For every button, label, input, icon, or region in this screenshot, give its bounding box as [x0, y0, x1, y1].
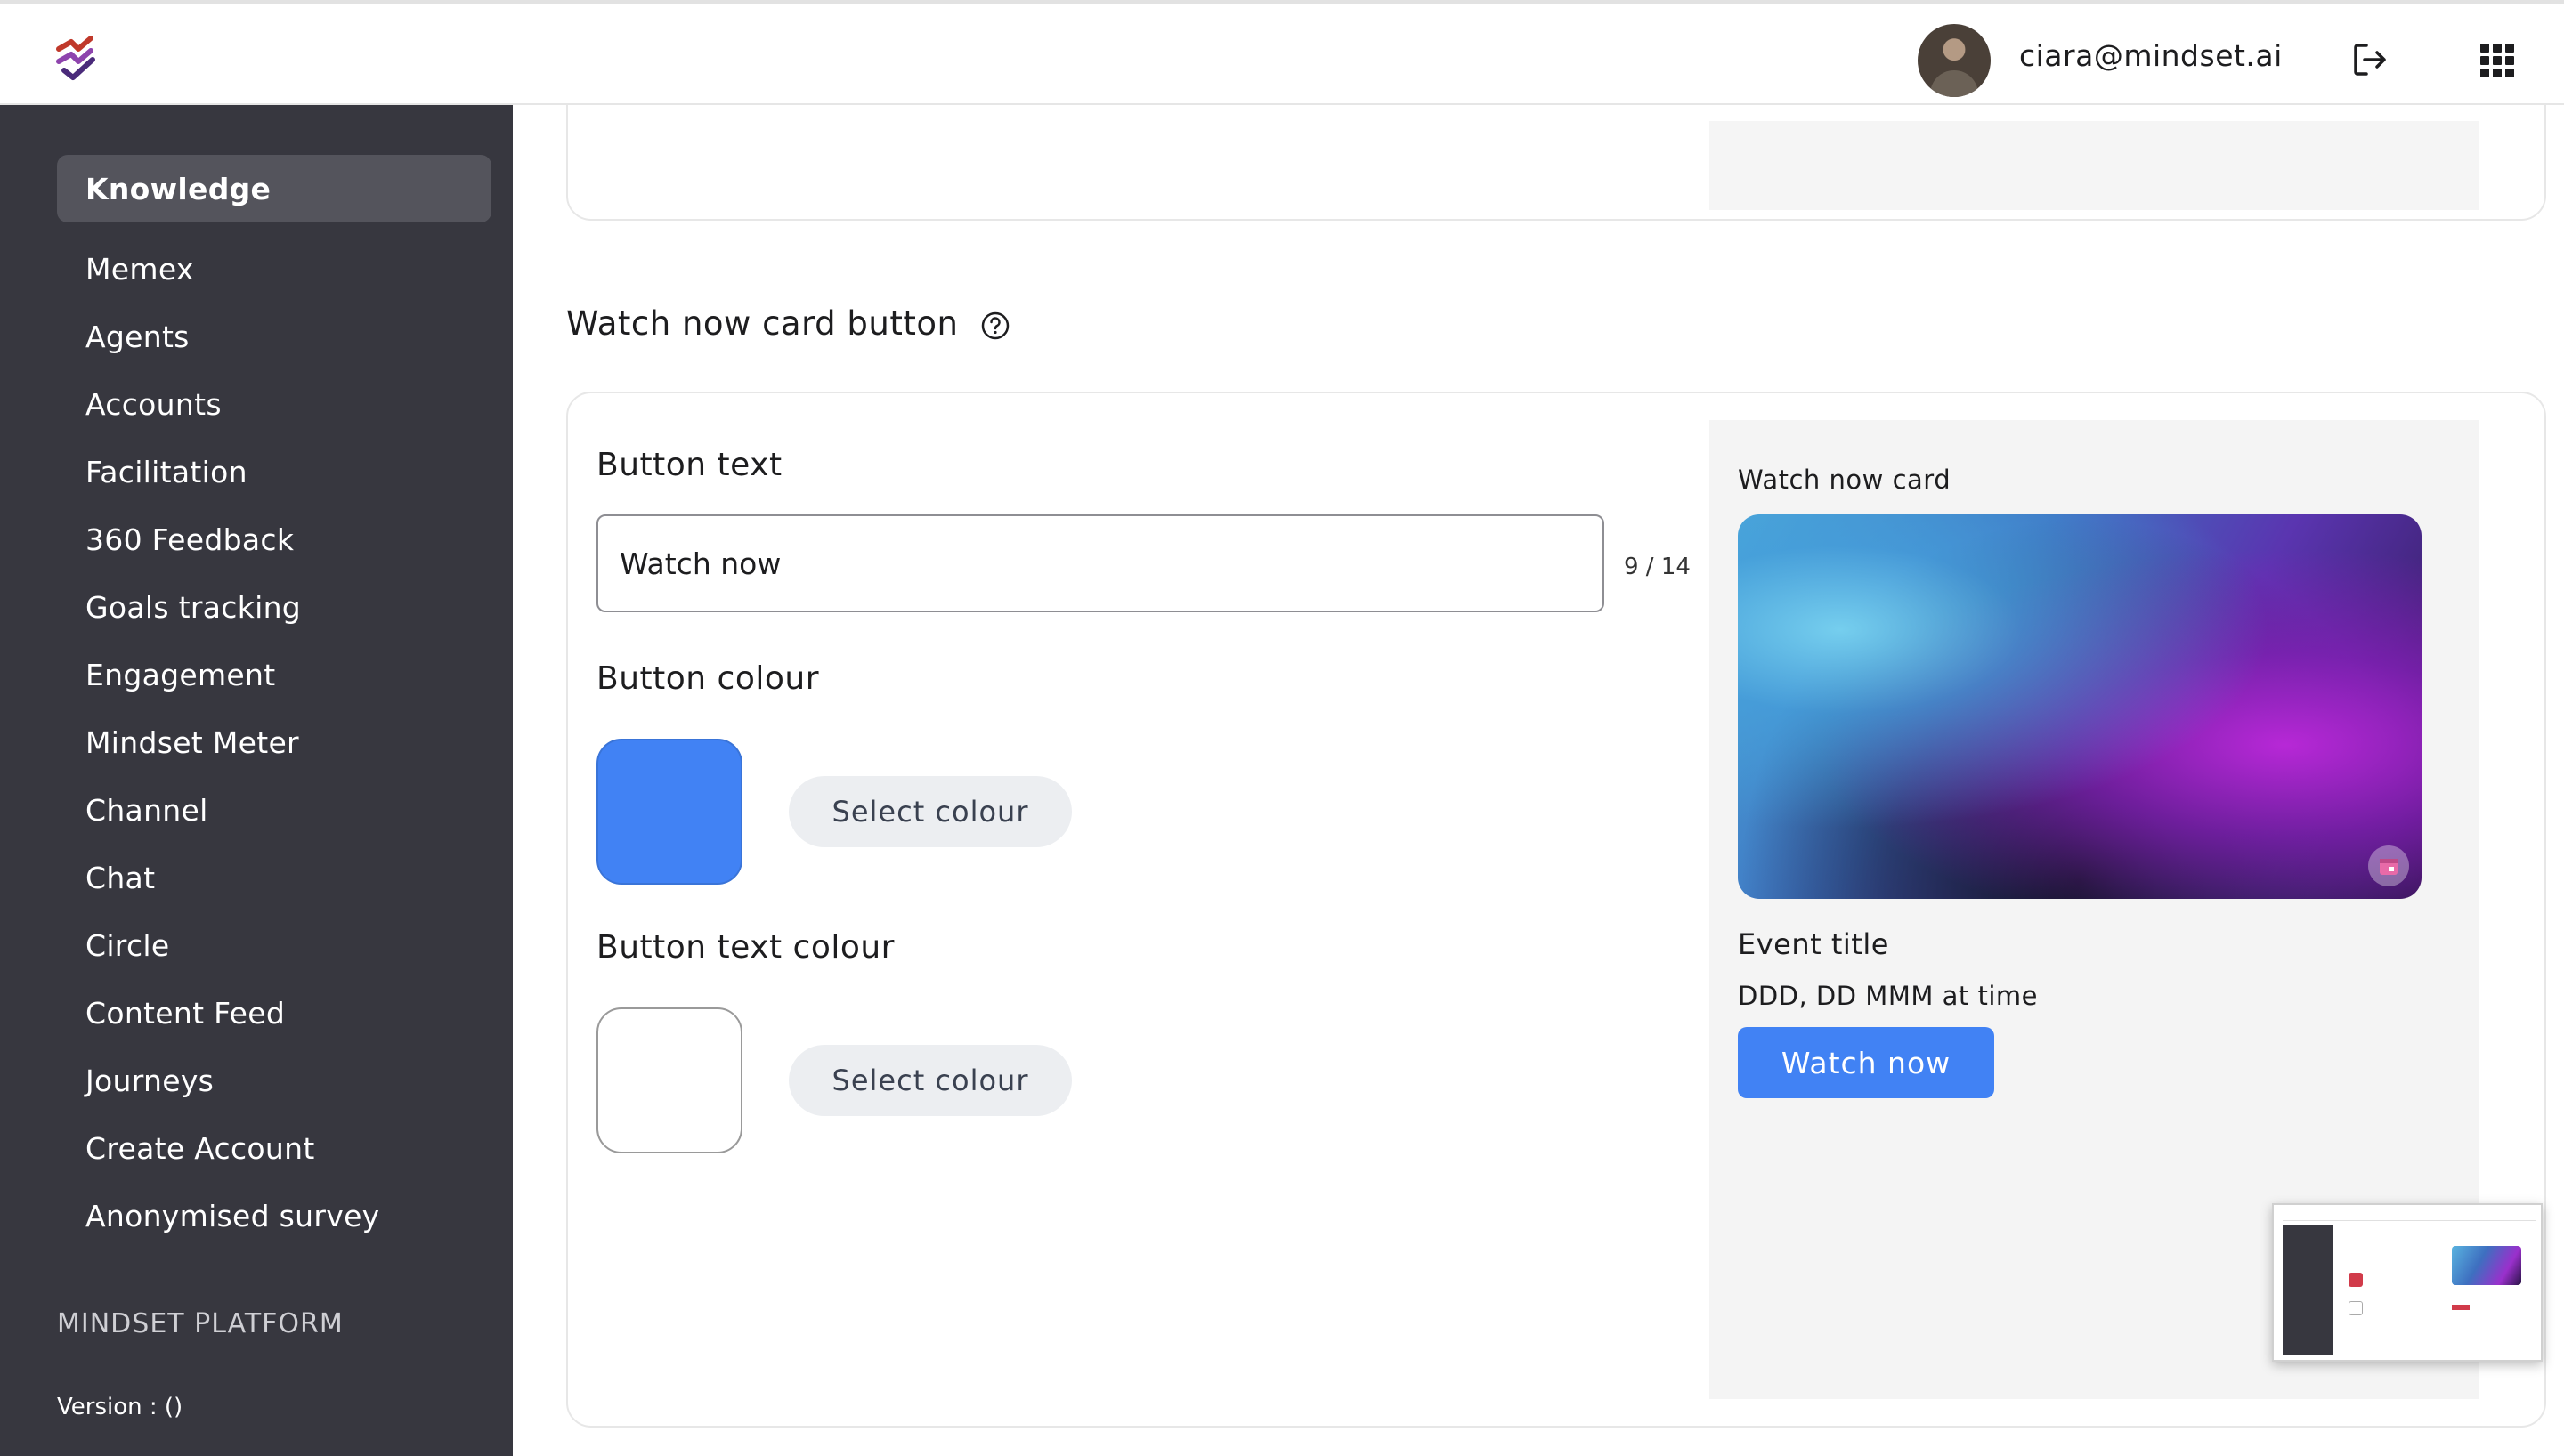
- watch-now-button[interactable]: Watch now: [1738, 1027, 1994, 1098]
- sidebar-item-circle[interactable]: Circle: [57, 911, 491, 979]
- select-button-colour-button[interactable]: Select colour: [789, 776, 1072, 847]
- event-title: Event title: [1738, 927, 1889, 961]
- event-date: DDD, DD MMM at time: [1738, 981, 2038, 1011]
- sidebar-item-facilitation[interactable]: Facilitation: [57, 438, 491, 506]
- screenshot-thumbnail[interactable]: [2272, 1203, 2543, 1362]
- sidebar-item-anonymised-survey[interactable]: Anonymised survey: [57, 1182, 491, 1250]
- section-title: Watch now card button: [566, 304, 959, 343]
- char-counter: 9 / 14: [1624, 554, 1691, 580]
- button-text-input[interactable]: [596, 514, 1604, 612]
- button-colour-swatch[interactable]: [596, 739, 742, 885]
- help-circle-icon[interactable]: [979, 310, 1011, 342]
- button-text-colour-label: Button text colour: [596, 929, 895, 966]
- version-label: Version : (): [57, 1394, 183, 1420]
- apps-grid-icon[interactable]: [2480, 44, 2514, 77]
- previous-settings-card: [566, 105, 2546, 221]
- sidebar-item-360-feedback[interactable]: 360 Feedback: [57, 506, 491, 573]
- sidebar-item-accounts[interactable]: Accounts: [57, 370, 491, 438]
- button-text-colour-swatch[interactable]: [596, 1007, 742, 1153]
- calendar-icon: [2368, 845, 2409, 886]
- platform-label: MINDSET PLATFORM: [57, 1308, 344, 1339]
- sidebar-item-mindset-meter[interactable]: Mindset Meter: [57, 708, 491, 776]
- top-bar: ciara@mindset.ai: [0, 0, 2564, 105]
- select-button-text-colour-button[interactable]: Select colour: [789, 1045, 1072, 1116]
- event-image: [1738, 514, 2422, 899]
- sidebar: Knowledge Memex Agents Accounts Facilita…: [0, 105, 513, 1456]
- sidebar-item-channel[interactable]: Channel: [57, 776, 491, 844]
- sidebar-item-create-account[interactable]: Create Account: [57, 1114, 491, 1182]
- button-colour-label: Button colour: [596, 660, 819, 697]
- sidebar-item-memex[interactable]: Memex: [57, 235, 491, 303]
- preview-label: Watch now card: [1738, 465, 1951, 495]
- sidebar-item-knowledge[interactable]: Knowledge: [57, 155, 491, 222]
- main-content: Watch now card button Button text 9 / 14…: [513, 105, 2564, 1456]
- sidebar-item-content-feed[interactable]: Content Feed: [57, 979, 491, 1047]
- sidebar-item-engagement[interactable]: Engagement: [57, 641, 491, 708]
- avatar[interactable]: [1918, 24, 1991, 97]
- logout-icon[interactable]: [2349, 38, 2391, 81]
- previous-preview-panel: [1709, 121, 2479, 210]
- sidebar-item-agents[interactable]: Agents: [57, 303, 491, 370]
- user-email: ciara@mindset.ai: [2019, 38, 2283, 73]
- mindset-logo-icon[interactable]: [52, 31, 105, 85]
- sidebar-item-journeys[interactable]: Journeys: [57, 1047, 491, 1114]
- button-text-label: Button text: [596, 447, 783, 483]
- sidebar-item-chat[interactable]: Chat: [57, 844, 491, 911]
- sidebar-item-goals-tracking[interactable]: Goals tracking: [57, 573, 491, 641]
- watch-now-settings-card: Button text 9 / 14 Button colour Select …: [566, 392, 2546, 1428]
